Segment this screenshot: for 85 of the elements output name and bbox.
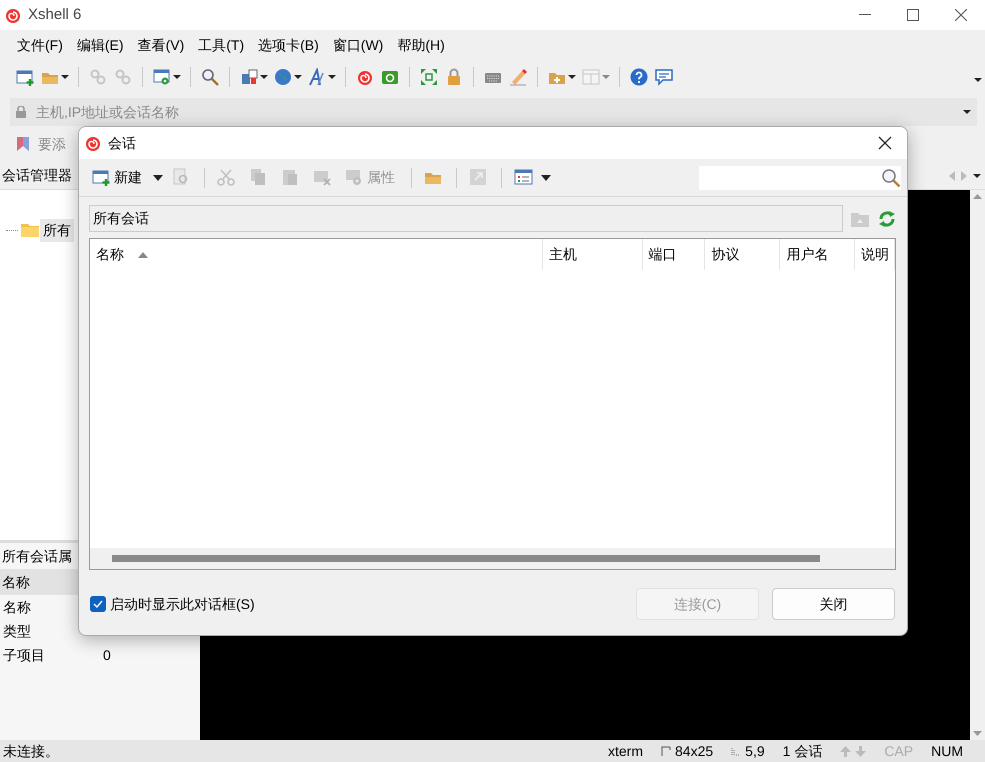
menu-item[interactable]: 窗口(W) — [326, 32, 390, 58]
caret-icon[interactable] — [568, 75, 576, 79]
toolbar-label[interactable]: 新建 — [112, 167, 146, 188]
scroll-down-icon[interactable] — [973, 731, 982, 736]
column-header[interactable]: 用户名 — [786, 244, 828, 265]
lock-icon — [16, 106, 26, 118]
column-header[interactable]: 端口 — [648, 244, 677, 265]
window-gear-icon[interactable] — [153, 68, 171, 86]
column-header[interactable]: 主机 — [548, 244, 577, 265]
transfer-icon[interactable] — [240, 68, 258, 86]
links-bar-text: 要添 — [38, 134, 66, 154]
help-icon[interactable] — [630, 68, 648, 86]
caret-icon[interactable] — [153, 174, 163, 180]
column-header[interactable]: 说明 — [861, 244, 890, 265]
status-message: 未连接。 — [3, 742, 59, 760]
column-header[interactable]: 协议 — [711, 244, 740, 265]
scroll-up-icon[interactable] — [973, 194, 982, 199]
checkbox-label[interactable]: 启动时显示此对话框(S) — [110, 594, 255, 614]
arrow-down-icon — [855, 746, 866, 756]
minimize-icon[interactable] — [859, 14, 871, 16]
globe-icon[interactable] — [274, 68, 292, 86]
chat-icon[interactable] — [655, 68, 673, 86]
property-value: 0 — [103, 646, 111, 664]
maximize-icon[interactable] — [907, 9, 919, 21]
terminal-size: 84x25 — [675, 742, 714, 760]
menu-item[interactable]: 帮助(H) — [390, 32, 452, 58]
bookmark-icon — [16, 136, 32, 152]
column-header[interactable]: 名称 — [96, 244, 124, 265]
new-session-icon[interactable] — [92, 168, 112, 188]
menu-item[interactable]: 查看(V) — [130, 32, 192, 58]
search-icon[interactable] — [881, 168, 901, 188]
window-title: Xshell 6 — [28, 4, 82, 25]
menu-item[interactable]: 文件(F) — [10, 32, 70, 58]
cursor-position: 5,9 — [745, 742, 765, 760]
menu-item[interactable]: 编辑(E) — [70, 32, 131, 58]
close-icon[interactable] — [955, 9, 967, 21]
checkbox[interactable] — [90, 596, 106, 612]
tree-item[interactable]: 所有 — [40, 218, 74, 242]
path-text: 所有会话 — [93, 209, 149, 228]
lock-indicator: CAP — [884, 742, 914, 760]
folder-icon — [21, 223, 39, 237]
lock-indicator: NUM — [931, 742, 963, 760]
horizontal-scrollbar[interactable] — [90, 548, 895, 569]
sort-ascending-icon[interactable] — [138, 252, 148, 258]
app-logo-icon — [84, 134, 102, 152]
size-icon — [661, 746, 671, 756]
caret-icon[interactable] — [294, 75, 302, 79]
menu-item[interactable]: 工具(T) — [191, 32, 252, 58]
overflow-caret-icon[interactable] — [974, 78, 982, 82]
caret-icon[interactable] — [973, 174, 981, 178]
spiral-icon[interactable] — [356, 68, 374, 86]
arrow-up-icon — [840, 746, 852, 756]
caret-icon[interactable] — [541, 174, 551, 180]
menu-item[interactable]: 选项卡(B) — [251, 32, 326, 58]
panel-title: 所有会话属 — [2, 546, 72, 566]
dialog-button[interactable]: 关闭 — [772, 588, 895, 620]
list-view-icon[interactable] — [514, 168, 534, 188]
font-icon[interactable] — [308, 68, 326, 86]
address-bar[interactable]: 主机,IP地址或会话名称 — [10, 98, 977, 126]
pen-icon[interactable] — [509, 68, 527, 86]
app-logo-icon — [4, 6, 22, 24]
dialog-title: 会话 — [108, 134, 136, 152]
circle-box-icon[interactable] — [381, 68, 399, 86]
lock-icon[interactable] — [445, 68, 463, 86]
caret-icon[interactable] — [963, 110, 971, 114]
panel-title: 会话管理器 — [1, 166, 72, 185]
terminal-type: xterm — [608, 742, 643, 760]
address-field[interactable]: 主机,IP地址或会话名称 — [34, 100, 955, 124]
session-count: 1 会话 — [782, 742, 822, 760]
expand-icon[interactable] — [420, 68, 438, 86]
caret-icon[interactable] — [61, 75, 69, 79]
close-icon[interactable] — [878, 136, 892, 150]
property-name: 子项目 — [3, 646, 45, 662]
refresh-icon[interactable] — [877, 208, 897, 228]
caret-icon[interactable] — [260, 75, 268, 79]
property-name: 名称 — [3, 598, 31, 614]
column-header: 名称 — [2, 572, 30, 592]
property-name: 类型 — [3, 622, 31, 638]
cursor-icon — [731, 746, 742, 756]
caret-icon[interactable] — [173, 75, 181, 79]
check-icon — [93, 600, 103, 608]
caret-icon[interactable] — [328, 75, 336, 79]
search-icon[interactable] — [201, 68, 219, 86]
new-session-icon[interactable] — [16, 68, 34, 86]
search-field[interactable] — [699, 166, 901, 190]
